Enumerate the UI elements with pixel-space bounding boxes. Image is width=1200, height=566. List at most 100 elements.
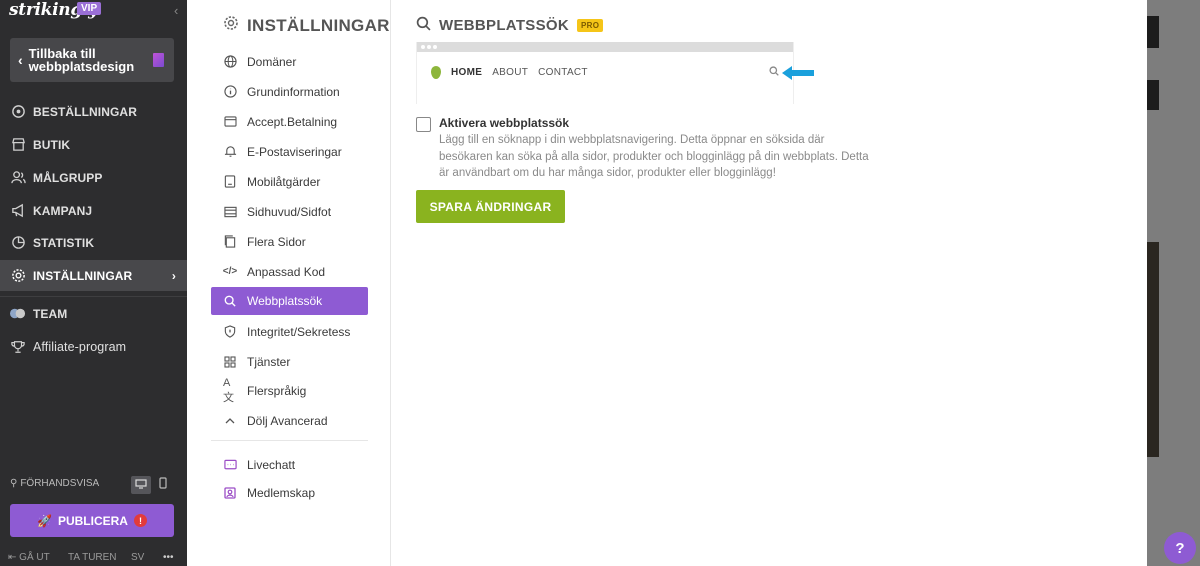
code-icon: </> [222, 266, 238, 277]
more-menu-button[interactable]: ••• [163, 552, 174, 563]
settings-item-label: Dölj Avancerad [247, 413, 328, 428]
mock-navigation: HOME ABOUT CONTACT [417, 52, 814, 92]
collapse-sidebar-icon[interactable]: ‹ [174, 3, 178, 18]
megaphone-icon [10, 203, 26, 219]
nav-item-statistics[interactable]: STATISTIK [0, 227, 187, 258]
settings-item-email-notifications[interactable]: E-Postaviseringar [211, 138, 368, 165]
settings-item-label: Flerspråkig [247, 383, 307, 398]
nav-item-label: INSTÄLLNINGAR [33, 268, 133, 283]
settings-item-domains[interactable]: Domäner [211, 48, 368, 75]
settings-item-label: Anpassad Kod [247, 264, 326, 279]
mock-link: HOME [451, 66, 483, 78]
logout-link[interactable]: ⇤ GÅ UT [8, 552, 50, 563]
nav-item-orders[interactable]: BESTÄLLNINGAR [0, 96, 187, 127]
preview-bar [1147, 80, 1159, 110]
back-to-design-button[interactable]: ‹ Tillbaka till webbplatsdesign [10, 38, 174, 82]
settings-modal: INSTÄLLNINGAR Domäner Grundinformation A… [187, 0, 1147, 566]
design-icon [153, 53, 164, 67]
settings-item-site-search[interactable]: Webbplatssök [211, 287, 368, 315]
logout-label: GÅ UT [19, 552, 50, 563]
nav-item-label: STATISTIK [33, 235, 95, 250]
info-icon [223, 85, 237, 99]
site-search-panel: WEBBPLATSSÖK PRO HOME ABOUT CONTACT Akti… [416, 0, 1116, 566]
nav-item-label: MÅLGRUPP [33, 170, 103, 185]
store-icon [10, 137, 26, 153]
language-select[interactable]: SV [131, 552, 144, 563]
nav-item-campaign[interactable]: KAMPANJ [0, 195, 187, 226]
member-icon [223, 486, 237, 500]
grid-icon [223, 355, 237, 369]
enable-site-search-label[interactable]: Aktivera webbplatssök [439, 116, 879, 130]
settings-item-hide-advanced[interactable]: Dölj Avancerad [211, 407, 368, 434]
tour-link[interactable]: TA TUREN [68, 552, 117, 563]
mobile-view-button[interactable] [153, 476, 173, 494]
settings-item-label: Mobilåtgärder [247, 174, 321, 189]
vip-badge: VIP [77, 2, 102, 15]
settings-item-label: Sidhuvud/Sidfot [247, 204, 332, 219]
settings-title: INSTÄLLNINGAR [247, 15, 390, 35]
search-icon [769, 66, 779, 79]
logout-icon: ⇤ [8, 552, 17, 563]
desktop-view-button[interactable] [131, 476, 151, 494]
settings-item-label: Medlemskap [247, 485, 316, 500]
globe-icon [223, 55, 237, 69]
chevron-right-icon: › [171, 268, 176, 283]
search-icon [223, 294, 237, 308]
nav-item-audience[interactable]: MÅLGRUPP [0, 162, 187, 193]
settings-header: INSTÄLLNINGAR [223, 15, 390, 36]
settings-item-multiple-pages[interactable]: Flera Sidor [211, 228, 368, 255]
settings-item-membership[interactable]: Medlemskap [211, 479, 368, 506]
card-icon [223, 115, 237, 129]
settings-item-payment[interactable]: Accept.Betalning [211, 108, 368, 135]
sidebar-divider [0, 296, 187, 297]
pages-icon [223, 235, 237, 249]
warning-badge: ! [133, 514, 147, 527]
mock-link: ABOUT [492, 66, 529, 78]
publish-button[interactable]: 🚀 PUBLICERA ! [10, 504, 174, 537]
nav-item-label: KAMPANJ [33, 203, 93, 218]
settings-item-custom-code[interactable]: </> Anpassad Kod [211, 258, 368, 285]
mock-browser-bar [417, 42, 793, 52]
desktop-icon [135, 476, 147, 494]
nav-item-affiliate[interactable]: Affiliate-program [0, 331, 187, 362]
settings-item-label: Domäner [247, 54, 297, 69]
gear-icon [223, 15, 239, 36]
settings-item-privacy[interactable]: Integritet/Sekretess [211, 318, 368, 345]
nav-item-store[interactable]: BUTIK [0, 129, 187, 160]
enable-site-search-checkbox[interactable] [416, 117, 431, 132]
settings-item-mobile-actions[interactable]: Mobilåtgärder [211, 168, 368, 195]
nav-item-team[interactable]: TEAM [0, 298, 187, 329]
gear-icon [10, 268, 26, 284]
nav-item-label: BUTIK [33, 137, 71, 152]
settings-item-services[interactable]: Tjänster [211, 348, 368, 375]
settings-item-livechat[interactable]: Livechatt [211, 451, 368, 478]
settings-item-label: Webbplatssök [247, 294, 323, 308]
settings-item-label: Accept.Betalning [247, 114, 338, 129]
translate-icon: A文 [223, 376, 234, 404]
settings-item-label: Livechatt [247, 457, 296, 472]
nav-item-label: TEAM [33, 306, 68, 321]
panel-header: WEBBPLATSSÖK PRO [416, 16, 604, 35]
arrow-left-icon [782, 66, 814, 83]
settings-item-header-footer[interactable]: Sidhuvud/Sidfot [211, 198, 368, 225]
save-changes-button[interactable]: SPARA ÄNDRINGAR [416, 190, 565, 223]
nav-item-label: BESTÄLLNINGAR [33, 104, 137, 119]
nav-item-settings[interactable]: INSTÄLLNINGAR › [0, 260, 187, 291]
mobile-icon [223, 175, 237, 189]
help-button[interactable]: ? [1164, 532, 1196, 564]
settings-item-multilingual[interactable]: A文 Flerspråkig [211, 377, 368, 404]
enable-site-search-row: Aktivera webbplatssök Lägg till en sökna… [416, 116, 879, 182]
publish-label: PUBLICERA [57, 513, 128, 528]
settings-item-label: Grundinformation [247, 84, 340, 99]
layout-icon [223, 205, 237, 219]
chart-icon [10, 235, 26, 251]
settings-item-label: Integritet/Sekretess [247, 324, 351, 339]
sidebar: strikingly VIP ‹ ‹ Tillbaka till webbpla… [0, 0, 187, 566]
chevron-left-icon: ‹ [18, 52, 23, 68]
search-preview-illustration: HOME ABOUT CONTACT [416, 42, 814, 104]
preview-toggle[interactable]: ⚲ FÖRHANDSVISA [10, 478, 99, 489]
settings-item-basic-info[interactable]: Grundinformation [211, 78, 368, 105]
panel-title: WEBBPLATSSÖK [439, 17, 569, 34]
pro-badge: PRO [577, 19, 604, 32]
back-to-design-label: Tillbaka till webbplatsdesign [28, 46, 135, 74]
